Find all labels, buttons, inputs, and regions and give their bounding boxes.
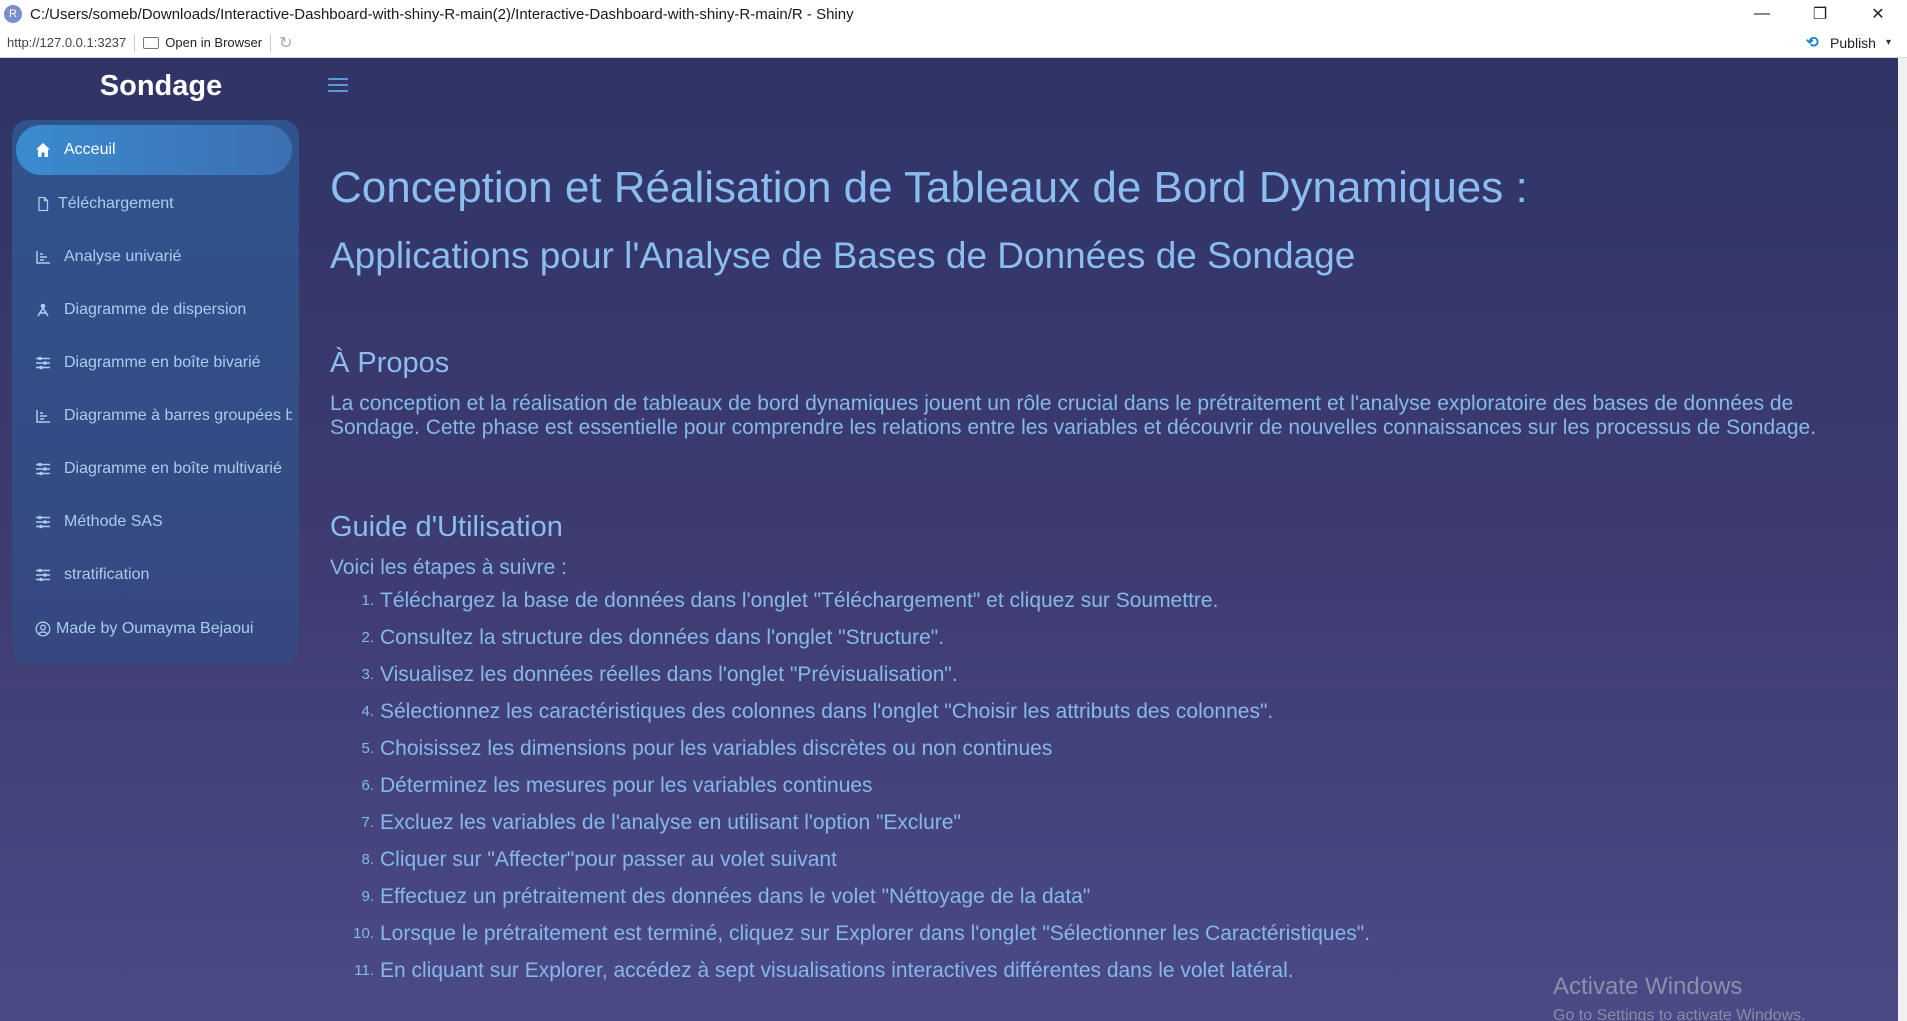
chart-icon xyxy=(34,407,52,425)
step-text: En cliquant sur Explorer, accédez à sept… xyxy=(380,958,1294,982)
sidebar-item-boite-multivarie[interactable]: Diagramme en boîte multivarié xyxy=(16,444,292,494)
watermark-title: Activate Windows xyxy=(1553,973,1743,1000)
step-text: Cliquer sur "Affecter"pour passer au vol… xyxy=(380,847,837,871)
url-text[interactable]: http://127.0.0.1:3237 xyxy=(7,35,126,50)
guide-intro: Voici les étapes à suivre : xyxy=(330,556,567,579)
list-item: 11. En cliquant sur Explorer, accédez à s… xyxy=(330,952,1370,989)
window-title-bar: R C:/Users/someb/Downloads/Interactive-D… xyxy=(0,0,1907,28)
list-item: 3. Visualisez les données réelles dans l'… xyxy=(330,656,1370,693)
step-number: 3. xyxy=(361,666,374,683)
sidebar-item-methode-sas[interactable]: Méthode SAS xyxy=(16,497,292,547)
viewer-toolbar: http://127.0.0.1:3237 Open in Browser ↻ … xyxy=(0,28,1907,58)
list-item: 10. Lorsque le prétraitement est terminé,… xyxy=(330,915,1370,952)
watermark-subtitle: Go to Settings to activate Windows. xyxy=(1553,1007,1806,1021)
list-item: 4. Sélectionnez les caractéristiques des … xyxy=(330,693,1370,730)
minimize-button[interactable]: — xyxy=(1733,0,1791,28)
open-in-browser-button[interactable]: Open in Browser xyxy=(143,35,262,50)
dashboard-app: Sondage Acceuil Téléchargement Analyse u… xyxy=(0,58,1898,1021)
sidebar-item-acceuil[interactable]: Acceuil xyxy=(16,125,292,175)
sliders-icon xyxy=(34,460,52,478)
brand-title: Sondage xyxy=(99,70,223,102)
sidebar-item-label: Téléchargement xyxy=(58,195,174,212)
browser-window-icon xyxy=(143,36,160,49)
windows-activation-watermark: Activate Windows Go to Settings to activ… xyxy=(1553,973,1806,1021)
maximize-button[interactable]: ❐ xyxy=(1791,0,1849,28)
scrollbar[interactable] xyxy=(1898,58,1907,1021)
publish-icon: ⟲ xyxy=(1806,33,1819,51)
sidebar-item-label: Acceuil xyxy=(64,141,116,158)
sidebar-item-barres-groupees[interactable]: Diagramme à barres groupées bi xyxy=(16,391,292,441)
refresh-icon[interactable]: ↻ xyxy=(279,33,292,53)
list-item: 5. Choisissez les dimensions pour les var… xyxy=(330,730,1370,767)
chart-icon xyxy=(34,248,52,266)
sliders-icon xyxy=(34,354,52,372)
sidebar-item-made-by[interactable]: Made by Oumayma Bejaoui xyxy=(16,604,292,654)
list-item: 2. Consultez la structure des données dan… xyxy=(330,619,1370,656)
toolbar-divider xyxy=(134,33,136,52)
home-icon xyxy=(34,141,52,159)
step-number: 7. xyxy=(361,814,374,831)
list-item: 7. Excluez les variables de l'analyse en … xyxy=(330,804,1370,841)
hamburger-menu-icon[interactable] xyxy=(328,78,348,94)
page-title: Conception et Réalisation de Tableaux de… xyxy=(330,163,1528,212)
sidebar-item-label: Analyse univarié xyxy=(64,248,182,265)
sidebar-item-label: Made by Oumayma Bejaoui xyxy=(56,620,254,637)
step-text: Effectuez un prétraitement des données d… xyxy=(380,884,1091,908)
step-text: Choisissez les dimensions pour les varia… xyxy=(380,736,1053,760)
sidebar-item-label: Diagramme à barres groupées bi xyxy=(64,407,292,424)
scatter-icon xyxy=(34,301,52,319)
sidebar-item-label: Diagramme de dispersion xyxy=(64,301,247,318)
sidebar-item-boite-bivarie[interactable]: Diagramme en boîte bivarié xyxy=(16,338,292,388)
r-app-icon: R xyxy=(4,5,22,23)
about-heading: À Propos xyxy=(330,347,450,379)
window-title: C:/Users/someb/Downloads/Interactive-Das… xyxy=(30,5,854,23)
step-text: Sélectionnez les caractéristiques des co… xyxy=(380,699,1274,723)
step-number: 2. xyxy=(361,629,374,646)
step-number: 11. xyxy=(354,962,374,979)
step-number: 5. xyxy=(361,740,374,757)
step-text: Téléchargez la base de données dans l'on… xyxy=(380,588,1219,612)
step-text: Déterminez les mesures pour les variable… xyxy=(380,773,873,797)
step-number: 10. xyxy=(353,925,374,942)
sidebar-item-stratification[interactable]: stratification xyxy=(16,550,292,600)
sidebar-item-label: Diagramme en boîte multivarié xyxy=(64,460,282,477)
sliders-icon xyxy=(34,513,52,531)
sidebar-item-analyse-univarie[interactable]: Analyse univarié xyxy=(16,232,292,282)
page-subtitle: Applications pour l'Analyse de Bases de … xyxy=(330,235,1356,276)
publish-label: Publish xyxy=(1830,34,1876,51)
file-icon xyxy=(34,195,52,213)
list-item: 6. Déterminez les mesures pour les variab… xyxy=(330,767,1370,804)
step-number: 1. xyxy=(361,592,374,609)
step-text: Consultez la structure des données dans … xyxy=(380,625,945,649)
step-text: Excluez les variables de l'analyse en ut… xyxy=(380,810,961,834)
chevron-down-icon[interactable]: ▾ xyxy=(1886,37,1891,48)
window-controls: — ❐ ✕ xyxy=(1733,0,1907,28)
step-text: Visualisez les données réelles dans l'on… xyxy=(380,662,958,686)
sidebar-item-diagramme-dispersion[interactable]: Diagramme de dispersion xyxy=(16,285,292,335)
sliders-icon xyxy=(34,566,52,584)
sidebar-item-label: stratification xyxy=(64,566,150,583)
list-item: 8. Cliquer sur "Affecter"pour passer au v… xyxy=(330,841,1370,878)
toolbar-divider xyxy=(270,33,272,52)
step-number: 4. xyxy=(361,703,374,720)
steps-list: 1. Téléchargez la base de données dans l'… xyxy=(330,582,1370,989)
step-number: 6. xyxy=(361,777,374,794)
user-circle-icon xyxy=(34,620,52,638)
close-button[interactable]: ✕ xyxy=(1849,0,1907,28)
sidebar: Acceuil Téléchargement Analyse univarié … xyxy=(12,120,299,664)
sidebar-item-telechargement[interactable]: Téléchargement xyxy=(16,179,292,229)
open-in-browser-label: Open in Browser xyxy=(165,35,263,50)
sidebar-item-label: Méthode SAS xyxy=(64,513,163,530)
list-item: 1. Téléchargez la base de données dans l'… xyxy=(330,582,1370,619)
sidebar-item-label: Diagramme en boîte bivarié xyxy=(64,354,261,371)
guide-heading: Guide d'Utilisation xyxy=(330,511,563,543)
about-paragraph: La conception et la réalisation de table… xyxy=(330,392,1817,439)
step-number: 9. xyxy=(361,888,374,905)
publish-button[interactable]: ⟲ Publish ▾ xyxy=(1806,35,1891,51)
list-item: 9. Effectuez un prétraitement des données… xyxy=(330,878,1370,915)
step-text: Lorsque le prétraitement est terminé, cl… xyxy=(380,921,1371,945)
step-number: 8. xyxy=(361,851,374,868)
